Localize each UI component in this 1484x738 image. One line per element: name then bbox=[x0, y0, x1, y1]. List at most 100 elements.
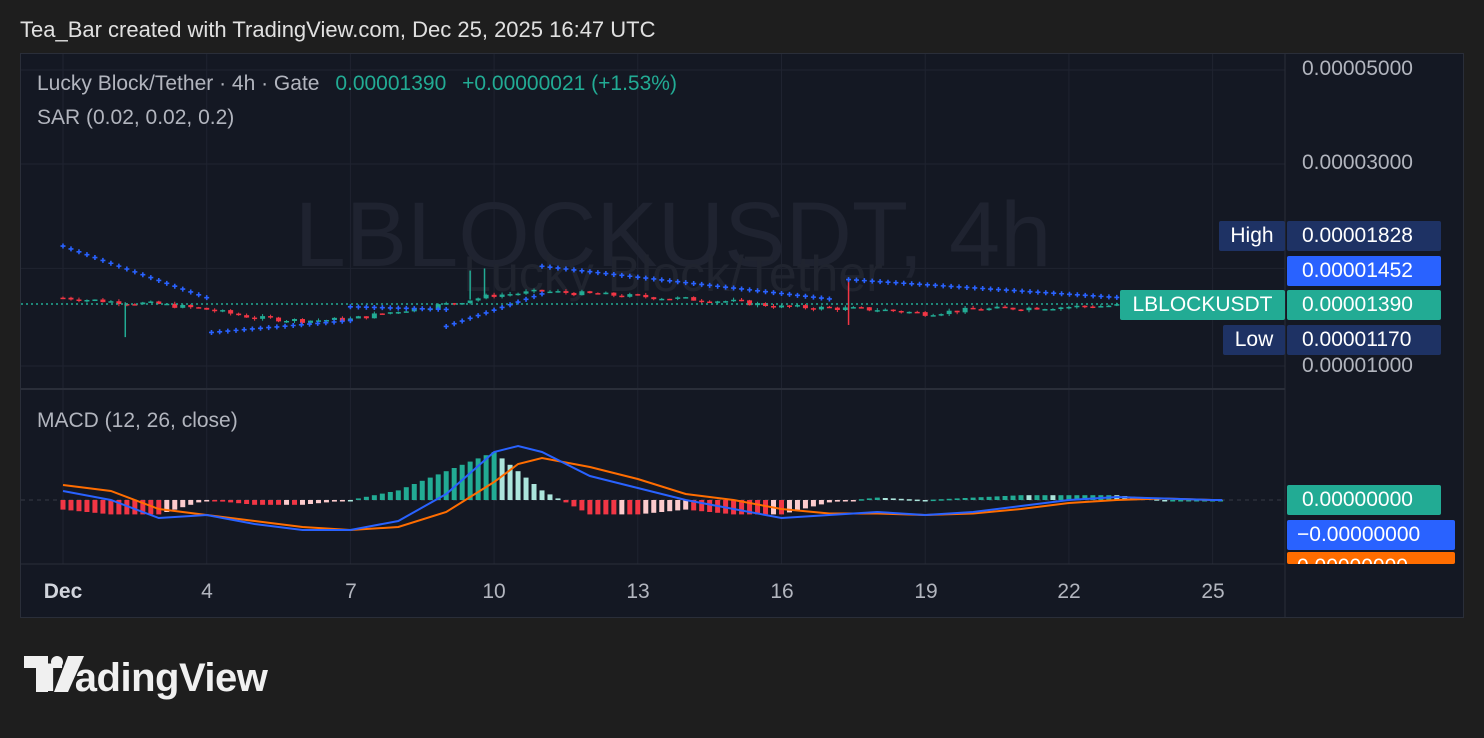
candle-body bbox=[60, 297, 66, 300]
macd-hist-tag: 0.00000000 bbox=[1287, 485, 1441, 515]
symbol-legend[interactable]: Lucky Block/Tether · 4h · Gate 0.0000139… bbox=[37, 72, 677, 96]
sar-point bbox=[1074, 292, 1080, 298]
sar-legend[interactable]: SAR (0.02, 0.02, 0.2) bbox=[37, 106, 234, 130]
price-change: +0.00000021 (+1.53%) bbox=[462, 72, 677, 95]
sar-point bbox=[451, 321, 457, 327]
high-label: High bbox=[1219, 221, 1285, 251]
high-value: 0.00001828 bbox=[1287, 221, 1441, 251]
macd-histogram-bar bbox=[387, 492, 393, 500]
sar-point bbox=[164, 280, 170, 286]
candle-body bbox=[906, 311, 912, 314]
macd-histogram-bar bbox=[292, 500, 298, 505]
candle-body bbox=[196, 307, 202, 309]
candle-body bbox=[108, 301, 114, 303]
sar-point bbox=[140, 272, 146, 278]
candle-body bbox=[779, 305, 784, 308]
macd-histogram-bar bbox=[371, 495, 377, 500]
macd-histogram-bar bbox=[515, 471, 521, 500]
tradingview-logo[interactable]: TradingView bbox=[24, 656, 268, 701]
macd-histogram-bar bbox=[347, 500, 353, 502]
candle-body bbox=[635, 294, 641, 296]
sar-point bbox=[980, 285, 986, 291]
candle-body bbox=[555, 291, 561, 293]
sar-point bbox=[1098, 293, 1104, 299]
sar-point bbox=[266, 325, 272, 331]
macd-histogram-bar bbox=[363, 496, 369, 500]
macd-histogram-bar bbox=[1162, 500, 1168, 502]
candle-body bbox=[1042, 309, 1048, 311]
candle-body bbox=[858, 307, 864, 309]
tradingview-logo-icon bbox=[24, 656, 84, 692]
sar-point bbox=[467, 315, 473, 321]
candle-body bbox=[691, 297, 697, 301]
candle-body bbox=[834, 307, 840, 310]
sar-point bbox=[347, 304, 353, 310]
candle-body bbox=[667, 298, 673, 301]
macd-histogram-bar bbox=[1050, 495, 1056, 500]
sar-point bbox=[1106, 294, 1112, 300]
sar-point bbox=[180, 286, 186, 292]
candle-body bbox=[922, 312, 928, 316]
sar-point bbox=[258, 325, 264, 331]
candle-body bbox=[467, 300, 473, 304]
symbol-title[interactable]: Lucky Block/Tether · 4h · Gate bbox=[37, 72, 319, 95]
candle-body bbox=[92, 299, 98, 302]
macd-histogram-bar bbox=[1010, 495, 1016, 500]
macd-histogram-bar bbox=[1018, 495, 1024, 500]
candle-body bbox=[1034, 307, 1040, 310]
chart-frame[interactable]: LBLOCKUSDT, 4h Lucky Block/Tether Lucky … bbox=[20, 53, 1464, 618]
candle-body bbox=[794, 305, 800, 307]
sar-point bbox=[76, 249, 82, 255]
sar-point bbox=[395, 305, 401, 311]
macd-histogram-bar bbox=[204, 500, 210, 502]
macd-histogram-bar bbox=[244, 500, 250, 504]
sar-point bbox=[290, 322, 296, 328]
macd-histogram-bar bbox=[68, 500, 74, 511]
candle-body bbox=[100, 299, 106, 303]
macd-histogram-bar bbox=[779, 500, 784, 515]
macd-histogram-bar bbox=[1178, 500, 1184, 502]
sar-point bbox=[1059, 291, 1065, 297]
macd-histogram-bar bbox=[276, 500, 282, 505]
candle-body bbox=[379, 313, 385, 315]
sar-point bbox=[363, 304, 369, 310]
macd-histogram-bar bbox=[826, 500, 832, 503]
last-price: 0.00001390 bbox=[335, 72, 447, 95]
macd-histogram-bar bbox=[228, 500, 234, 503]
candle-body bbox=[675, 297, 681, 299]
macd-histogram-bar bbox=[619, 500, 625, 515]
low-value: 0.00001170 bbox=[1287, 325, 1441, 355]
time-axis-label: 25 bbox=[1201, 580, 1225, 603]
last-price-tag: 0.00001390 bbox=[1287, 290, 1441, 320]
time-axis-label: 22 bbox=[1057, 580, 1081, 603]
candle-body bbox=[978, 309, 984, 311]
macd-histogram-bar bbox=[914, 499, 920, 502]
sar-point bbox=[499, 304, 505, 310]
sar-point bbox=[443, 306, 449, 312]
sar-point bbox=[241, 327, 247, 333]
candle-body bbox=[1074, 305, 1080, 308]
sar-point bbox=[331, 319, 337, 325]
macd-histogram-bar bbox=[842, 500, 848, 502]
symbol-tag: LBLOCKUSDT bbox=[1120, 290, 1285, 320]
macd-histogram-bar bbox=[379, 493, 385, 500]
sar-point bbox=[483, 310, 489, 316]
macd-histogram-bar bbox=[331, 500, 337, 502]
macd-histogram-bar bbox=[986, 496, 992, 500]
candle-body bbox=[1106, 305, 1112, 308]
macd-layer bbox=[60, 444, 1224, 532]
candle-body bbox=[771, 306, 777, 308]
candle-body bbox=[76, 299, 82, 301]
time-axis-label: 7 bbox=[345, 580, 357, 603]
sar-point bbox=[1114, 294, 1120, 300]
candle-body bbox=[866, 307, 872, 311]
candle-body bbox=[874, 310, 880, 312]
macd-histogram-bar bbox=[635, 500, 641, 515]
macd-histogram-bar bbox=[499, 458, 505, 500]
grid bbox=[21, 54, 1285, 564]
macd-histogram-bar bbox=[411, 484, 417, 500]
candle-body bbox=[707, 301, 713, 304]
sar-point bbox=[459, 318, 465, 324]
macd-legend[interactable]: MACD (12, 26, close) bbox=[37, 409, 238, 433]
sar-point bbox=[84, 252, 90, 258]
